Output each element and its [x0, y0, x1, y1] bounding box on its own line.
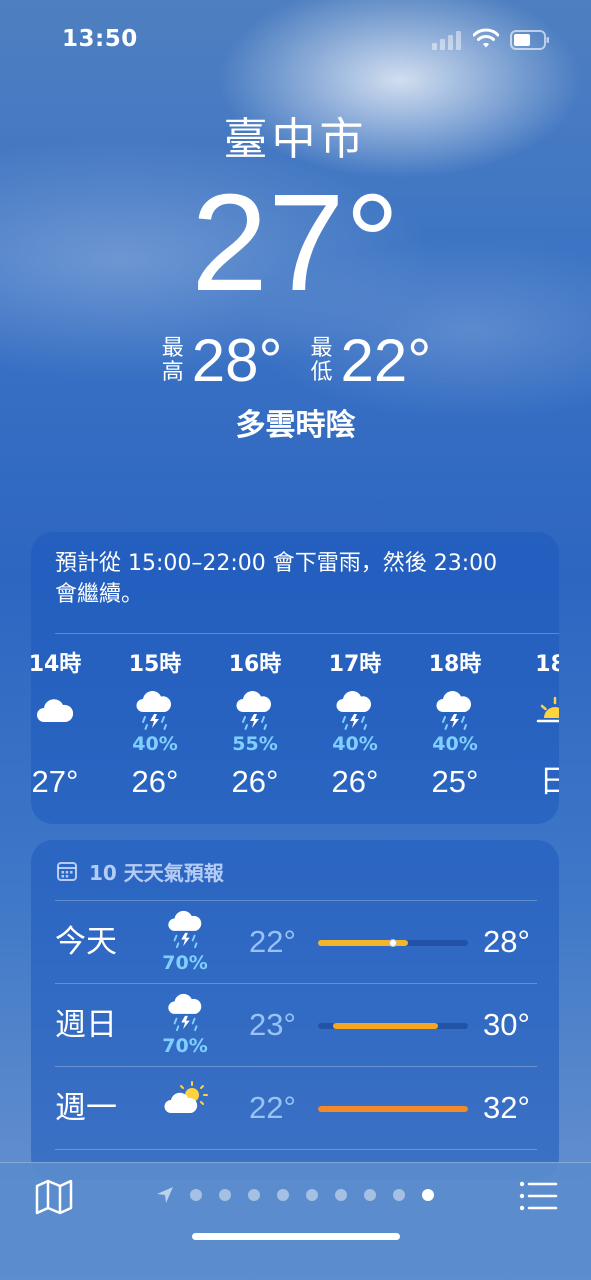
cloud-bolt-rain-icon [236, 690, 272, 730]
status-time: 13:50 [62, 26, 138, 52]
high-temperature: 32° [483, 1090, 530, 1125]
page-dot[interactable] [219, 1189, 231, 1201]
hour-time: 18時 [428, 652, 482, 677]
hour-temperature: 26° [231, 764, 279, 799]
high-label: 最高 [161, 336, 184, 385]
hour-item: 14時 27° [31, 650, 103, 804]
high-low-temperatures: 最高 28° 最低 22° [0, 326, 591, 396]
hour-item: 17時 40% 26° [307, 650, 403, 804]
battery-icon [510, 30, 549, 50]
temperature-range-bar [318, 1023, 468, 1029]
low-temperature: 22° [249, 1090, 296, 1125]
forecast-summary: 預計從 15:00–22:00 會下雷雨，然後 23:00 會繼續。 [55, 551, 498, 607]
weather-condition: 多雲時陰 [235, 408, 356, 443]
page-dot[interactable] [335, 1189, 347, 1201]
low-label: 最低 [310, 336, 333, 385]
hour-item: 18: 日 [507, 650, 559, 804]
page-dot[interactable] [393, 1189, 405, 1201]
high-temperature: 28° [483, 924, 530, 959]
wifi-icon [473, 28, 499, 48]
hour-temperature: 25° [431, 764, 479, 799]
low-temperature: 22° [340, 327, 432, 394]
precipitation-chance: 40% [132, 733, 178, 755]
daily-forecast-title: 10 天天氣預報 [89, 860, 224, 885]
cloud-bolt-rain-icon [168, 910, 202, 949]
partly-sunny-icon [164, 1081, 208, 1113]
page-dot[interactable] [248, 1189, 260, 1201]
hour-temperature: 26° [131, 764, 179, 799]
temperature-range-fill [318, 1106, 468, 1112]
page-dot[interactable] [364, 1189, 376, 1201]
location-arrow-icon [157, 1187, 173, 1203]
hour-temperature: 26° [331, 764, 379, 799]
divider [55, 633, 559, 634]
page-dot[interactable] [306, 1189, 318, 1201]
hour-temperature: 27° [31, 764, 79, 799]
hour-time: 17時 [328, 652, 382, 677]
hour-time: 14時 [31, 652, 82, 677]
status-bar: 13:50 [0, 0, 591, 80]
precipitation-chance: 40% [332, 733, 378, 755]
page-dot[interactable] [277, 1189, 289, 1201]
precipitation-chance: 55% [232, 733, 278, 755]
hour-item: 16時 55% 26° [207, 650, 303, 804]
cloud-bolt-rain-icon [136, 690, 172, 730]
map-icon[interactable] [34, 1177, 74, 1217]
divider [55, 1149, 537, 1150]
hour-item: 18時 40% 25° [407, 650, 503, 804]
divider [55, 983, 537, 984]
cloud-bolt-rain-icon [168, 993, 202, 1032]
day-row[interactable]: 今天 70% 22° 28° [31, 900, 559, 984]
cloud-bolt-rain-icon [336, 690, 372, 730]
current-temperature: 27° [191, 166, 400, 320]
temperature-range-bar [318, 1106, 468, 1112]
hourly-forecast-card[interactable]: 預計從 15:00–22:00 會下雷雨，然後 23:00 會繼續。 14時 2… [31, 532, 559, 824]
precipitation-chance [507, 732, 559, 756]
city-name: 臺中市 [223, 114, 368, 165]
high-temperature: 30° [483, 1007, 530, 1042]
current-weather: 臺中市 27° 最高 28° 最低 22° 多雲時陰 [0, 108, 591, 443]
low-temperature: 22° [249, 924, 296, 959]
day-row[interactable]: 週日 70% 23° 30° [31, 983, 559, 1067]
precipitation-chance: 70% [162, 1035, 208, 1057]
list-icon[interactable] [518, 1179, 558, 1213]
hour-time: 16時 [228, 652, 282, 677]
divider [55, 1066, 537, 1067]
calendar-icon [57, 862, 77, 881]
precipitation-chance: 40% [432, 733, 478, 755]
day-name: 週一 [55, 1090, 117, 1126]
bottom-toolbar [0, 1162, 591, 1280]
cloud-bolt-rain-icon [436, 690, 472, 730]
precipitation-chance [31, 732, 103, 756]
low-temperature: 23° [249, 1007, 296, 1042]
precipitation-chance: 70% [162, 952, 208, 974]
page-dot-active[interactable] [422, 1189, 434, 1201]
hour-item: 15時 40% 26° [107, 650, 203, 804]
hour-temperature: 日 [539, 764, 560, 799]
temperature-range-fill [333, 1023, 438, 1029]
sunset-icon [536, 696, 559, 723]
day-name: 今天 [55, 924, 117, 960]
current-temperature-marker [389, 939, 397, 947]
daily-forecast-header: 10 天天氣預報 [57, 856, 224, 886]
cellular-signal-icon [432, 31, 461, 50]
hour-time: 15時 [128, 652, 182, 677]
day-name: 週日 [55, 1007, 117, 1043]
high-temperature: 28° [191, 327, 283, 394]
temperature-range-bar [318, 939, 468, 947]
page-indicator[interactable] [156, 1185, 451, 1205]
cloud-icon [37, 699, 74, 722]
home-indicator[interactable] [192, 1233, 400, 1240]
hour-time: 18: [535, 652, 559, 677]
daily-forecast-card[interactable]: 10 天天氣預報 今天 70% 22° 28° 週日 70% 23° 30° 週… [31, 840, 559, 1180]
day-row[interactable]: 週一 22° 32° [31, 1066, 559, 1150]
page-dot[interactable] [190, 1189, 202, 1201]
divider [55, 900, 537, 901]
